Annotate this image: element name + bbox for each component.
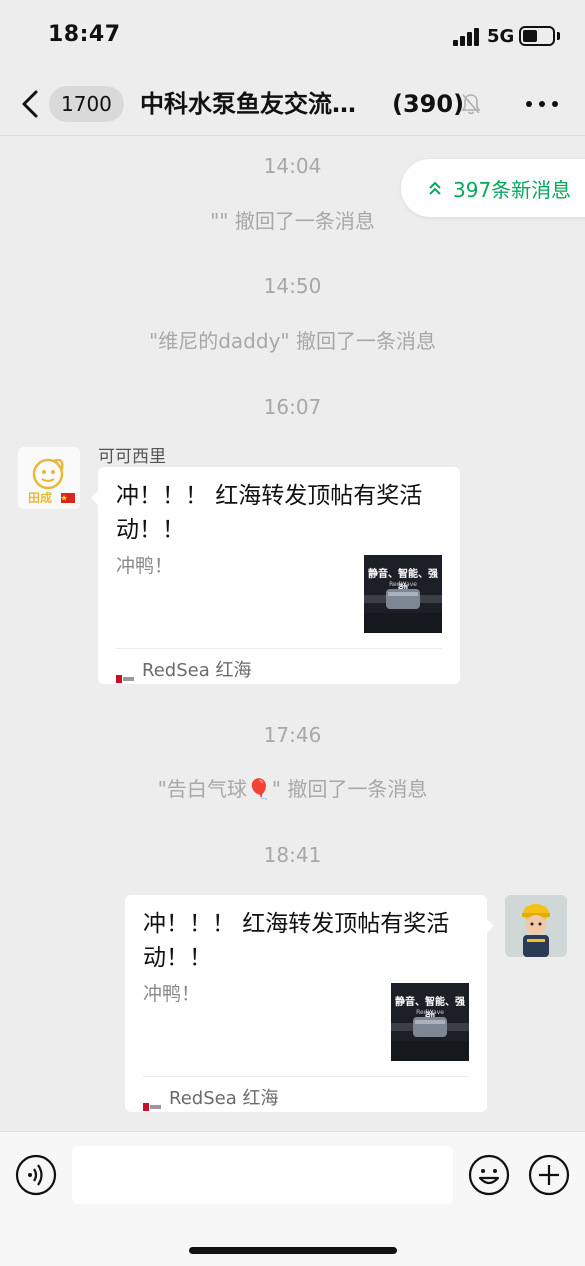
back-button[interactable] — [18, 84, 48, 124]
more-icon — [526, 101, 532, 107]
timestamp: 14:50 — [263, 274, 322, 298]
back-arrow-icon — [22, 90, 38, 118]
chat-title[interactable]: 中科水泵鱼友交流… — [140, 88, 376, 120]
message-input[interactable] — [72, 1146, 453, 1204]
card-title: 冲！！！ 红海转发顶帖有奖活动！！ — [143, 911, 450, 971]
battery-cap — [557, 32, 560, 40]
card-divider — [143, 1076, 469, 1077]
card-source: RedSea 红海 — [116, 656, 252, 683]
timestamp: 18:41 — [263, 843, 322, 867]
firefighter-figure-avatar — [505, 895, 567, 957]
link-card-message[interactable]: 冲！！！ 红海转发顶帖有奖活动！！ 冲鸭！ 静音、智能、强劲 RedWave R… — [91, 467, 460, 684]
card-source-label: RedSea 红海 — [169, 1088, 279, 1109]
battery-level — [523, 30, 537, 42]
avatar[interactable]: 田成 — [18, 447, 80, 509]
sender-name: 可可西里 — [98, 447, 166, 467]
input-bar — [0, 1131, 585, 1266]
member-count: (390) — [392, 90, 465, 118]
wechat-group-chat-screen: 18:47 5G 1700 中科水泵鱼友交流… (390) 14:04 "" 撤… — [0, 0, 585, 1266]
network-type: 5G — [487, 26, 515, 47]
card-source: RedSea 红海 — [143, 1084, 279, 1111]
card-source-label: RedSea 红海 — [142, 660, 252, 681]
card-title: 冲！！！ 红海转发顶帖有奖活动！！ — [116, 483, 423, 543]
emoji-button[interactable] — [468, 1154, 510, 1196]
chat-message-list[interactable]: 14:04 "" 撤回了一条消息 14:50 "维尼的daddy" 撤回了一条消… — [0, 137, 585, 1131]
my-avatar[interactable] — [505, 895, 567, 957]
recall-notice: "告白气球🎈" 撤回了一条消息 — [157, 777, 428, 801]
more-button[interactable] — [526, 98, 560, 110]
timestamp: 16:07 — [263, 395, 322, 419]
plus-icon — [528, 1154, 570, 1196]
battery-icon — [519, 26, 555, 46]
new-messages-label: 397条新消息 — [453, 178, 572, 202]
link-card-message[interactable]: 冲！！！ 红海转发顶帖有奖活动！！ 冲鸭！ 静音、智能、强劲 RedWave R… — [125, 895, 494, 1112]
new-messages-button[interactable]: 397条新消息 — [401, 159, 585, 217]
unread-count-badge[interactable]: 1700 — [49, 86, 124, 122]
mute-bell-icon — [461, 94, 481, 115]
cellular-signal-icon — [453, 28, 481, 46]
redsea-logo-icon — [116, 667, 134, 683]
card-thumbnail: 静音、智能、强劲 RedWave — [391, 983, 469, 1061]
voice-button[interactable] — [15, 1154, 57, 1196]
card-thumbnail: 静音、智能、强劲 RedWave — [364, 555, 442, 633]
redsea-logo-icon — [143, 1095, 161, 1111]
more-functions-button[interactable] — [528, 1154, 570, 1196]
card-description: 冲鸭！ — [116, 555, 174, 577]
double-chevron-up-icon — [429, 181, 441, 195]
nav-bar: 1700 中科水泵鱼友交流… (390) — [0, 72, 585, 136]
timestamp: 17:46 — [263, 723, 322, 747]
card-description: 冲鸭！ — [143, 983, 201, 1005]
status-time: 18:47 — [48, 22, 121, 47]
avatar-label: 田成 — [28, 491, 53, 505]
home-indicator — [189, 1247, 397, 1254]
pump-image — [391, 1017, 469, 1061]
pump-image — [364, 589, 442, 633]
card-divider — [116, 648, 442, 649]
emoji-icon — [468, 1154, 510, 1196]
status-bar: 18:47 5G — [0, 0, 585, 72]
recall-notice: "维尼的daddy" 撤回了一条消息 — [149, 329, 436, 353]
voice-icon — [15, 1154, 57, 1196]
